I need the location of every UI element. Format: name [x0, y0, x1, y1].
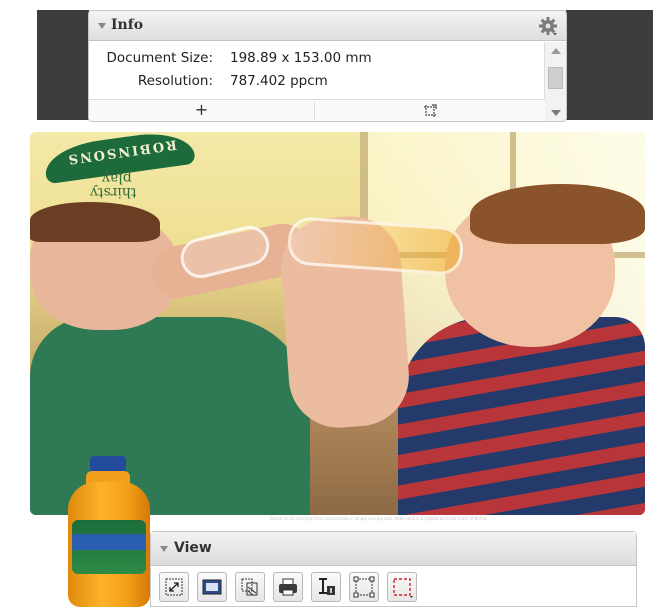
print-icon	[279, 578, 297, 596]
logo-tagline-thirsty: thirsty	[90, 184, 137, 200]
resolution-label: Resolution:	[137, 73, 213, 89]
gear-icon[interactable]	[538, 16, 558, 36]
screen-mode-button[interactable]	[197, 572, 227, 602]
fit-screen-button[interactable]	[159, 572, 189, 602]
robinsons-logo: ROBINSONS play thirsty	[42, 132, 196, 200]
left-child-hair	[30, 202, 160, 242]
flip-icon	[241, 578, 258, 596]
info-panel-title: Info	[111, 17, 144, 33]
bottle-cap	[90, 456, 126, 472]
info-panel-header[interactable]: Info	[89, 11, 566, 41]
bottle-label-band	[72, 534, 146, 550]
print-button[interactable]	[273, 572, 303, 602]
collapse-triangle-icon[interactable]	[160, 546, 168, 552]
info-panel: Info Document Size: 198.89 x 153.00 mm R…	[88, 10, 567, 122]
view-panel: View	[150, 531, 637, 607]
flip-button[interactable]	[235, 572, 265, 602]
fit-screen-icon	[165, 578, 183, 596]
info-panel-body: Document Size: 198.89 x 153.00 mm Resolu…	[89, 42, 544, 100]
document-size-label: Document Size:	[106, 50, 214, 66]
text-info-icon	[319, 578, 335, 595]
document-size-value: 198.89 x 153.00 mm	[230, 50, 372, 66]
scroll-up-icon[interactable]	[551, 48, 561, 54]
selection-frame-icon	[393, 578, 413, 598]
workspace-background-left	[37, 10, 89, 120]
resolution-row: Resolution: 787.402 ppcm	[89, 73, 544, 91]
info-panel-footer: +	[89, 99, 545, 121]
workspace-background-right	[566, 10, 653, 120]
right-child-hair	[470, 184, 645, 244]
crop-frame-icon	[353, 576, 375, 598]
fine-print: Based on 20 servings from concentrate in…	[270, 516, 488, 521]
scroll-thumb[interactable]	[548, 67, 563, 89]
crop-button[interactable]	[315, 100, 545, 121]
view-panel-title: View	[174, 540, 212, 556]
crop-frame-button[interactable]	[349, 572, 379, 602]
juice-bottle-image	[66, 456, 152, 607]
info-panel-scrollbar[interactable]	[544, 42, 566, 121]
crop-icon	[424, 104, 437, 117]
document-size-row: Document Size: 198.89 x 153.00 mm	[89, 50, 544, 68]
collapse-triangle-icon[interactable]	[98, 23, 106, 29]
screen-mode-icon	[202, 579, 222, 595]
selection-frame-button[interactable]	[387, 572, 417, 602]
text-info-button[interactable]	[311, 572, 341, 602]
view-panel-header[interactable]: View	[151, 532, 636, 566]
add-button[interactable]: +	[89, 100, 314, 121]
resolution-value: 787.402 ppcm	[230, 73, 328, 89]
plus-icon: +	[194, 100, 209, 119]
scroll-down-icon[interactable]	[551, 110, 561, 116]
